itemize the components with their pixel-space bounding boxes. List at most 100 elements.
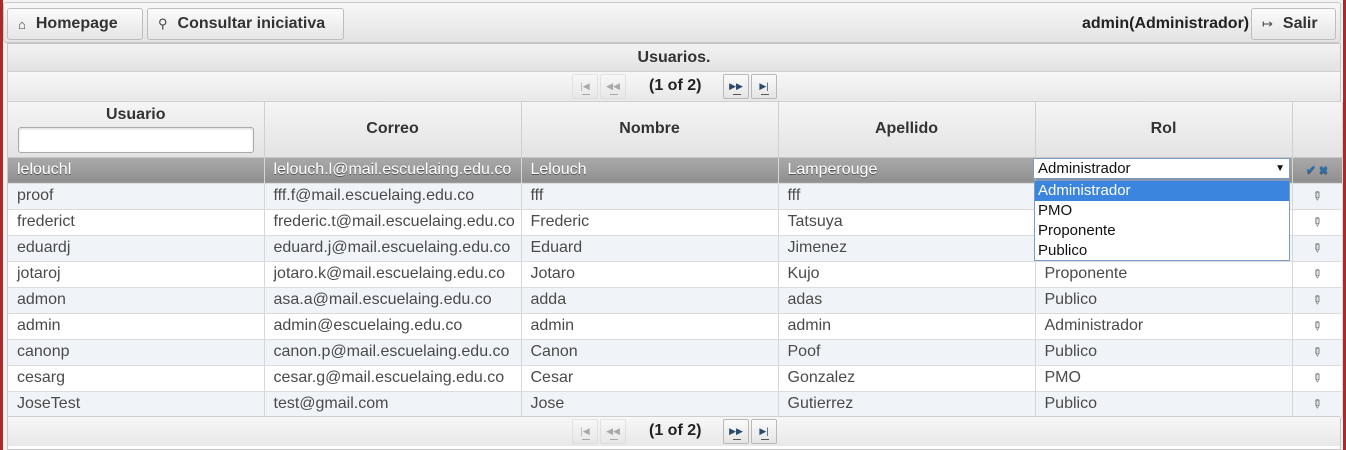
role-option[interactable]: Administrador <box>1035 181 1289 201</box>
first-page-button-bottom[interactable]: |◀ <box>572 419 598 444</box>
logout-label: Salir <box>1282 15 1318 32</box>
pencil-icon[interactable]: ✎ <box>1308 395 1325 412</box>
consultar-iniciativa-label: Consultar iniciativa <box>177 15 326 32</box>
row-actions: ✎ <box>1292 339 1343 366</box>
prev-page-button-bottom[interactable]: ◀◀ <box>600 419 626 444</box>
column-usuario-label: Usuario <box>105 106 166 123</box>
cell-rol: Publico <box>1035 287 1293 314</box>
row-actions: ✎ <box>1292 183 1343 210</box>
homepage-label: Homepage <box>35 15 118 32</box>
page-report: (1 of 2) <box>649 77 702 94</box>
cell-apellido: adas <box>778 287 1036 314</box>
row-actions: ✎ <box>1292 365 1343 392</box>
cell-nombre: admin <box>521 313 779 340</box>
cell-apellido: Poof <box>778 339 1036 366</box>
role-option[interactable]: Proponente <box>1035 221 1289 241</box>
cell-correo: eduard.j@mail.escuelaing.edu.co <box>264 235 522 262</box>
cell-correo: lelouch.l@mail.escuelaing.edu.co <box>264 157 522 184</box>
column-header-rol[interactable]: Rol <box>1035 102 1293 158</box>
check-icon[interactable]: ✔ <box>1306 163 1316 177</box>
cell-rol: Publico <box>1035 339 1293 366</box>
close-icon[interactable]: ✖ <box>1319 165 1328 177</box>
cell-correo: jotaro.k@mail.escuelaing.edu.co <box>264 261 522 288</box>
cell-correo: fff.f@mail.escuelaing.edu.co <box>264 183 522 210</box>
cell-usuario: jotaroj <box>8 261 265 288</box>
current-user-label: admin(Administrador) <box>1082 15 1250 32</box>
cell-usuario: admin <box>8 313 265 340</box>
cell-rol: Publico <box>1035 391 1293 418</box>
column-header-correo[interactable]: Correo <box>264 102 522 158</box>
cell-usuario: JoseTest <box>8 391 265 418</box>
cell-correo: test@gmail.com <box>264 391 522 418</box>
cell-nombre: Cesar <box>521 365 779 392</box>
dropdown-arrow-icon: ▼ <box>1275 163 1285 174</box>
cell-apellido: Kujo <box>778 261 1036 288</box>
cell-nombre: adda <box>521 287 779 314</box>
row-actions: ✎ <box>1292 391 1343 418</box>
role-select-value: Administrador <box>1038 160 1131 177</box>
table-row[interactable]: jotaroj jotaro.k@mail.escuelaing.edu.co Jo… <box>8 261 1343 288</box>
next-page-button-bottom[interactable]: ▶▶ <box>723 419 749 444</box>
cell-correo: admin@escuelaing.edu.co <box>264 313 522 340</box>
column-header-apellido[interactable]: Apellido <box>778 102 1036 158</box>
cell-nombre: fff <box>521 183 779 210</box>
pencil-icon[interactable]: ✎ <box>1308 239 1325 256</box>
logout-button[interactable]: ↦ Salir <box>1251 8 1336 40</box>
home-icon: ⌂ <box>18 16 26 32</box>
table-row[interactable]: cesarg cesar.g@mail.escuelaing.edu.co Cesa… <box>8 365 1343 392</box>
cell-nombre: Frederic <box>521 209 779 236</box>
cell-rol: Administrador <box>1035 313 1293 340</box>
bottom-paginator: |◀ ◀◀ (1 of 2) ▶▶ ▶| <box>8 416 1340 446</box>
cell-usuario: cesarg <box>8 365 265 392</box>
top-paginator: |◀ ◀◀ (1 of 2) ▶▶ ▶| <box>8 72 1340 102</box>
cell-apellido: Gutierrez <box>778 391 1036 418</box>
search-icon: ⚲ <box>158 16 168 31</box>
cell-apellido: Jimenez <box>778 235 1036 262</box>
cell-usuario: eduardj <box>8 235 265 262</box>
table-row[interactable]: admin admin@escuelaing.edu.co admin admin Ad… <box>8 313 1343 340</box>
cell-nombre: Lelouch <box>521 157 779 184</box>
cell-nombre: Canon <box>521 339 779 366</box>
consultar-iniciativa-button[interactable]: ⚲ Consultar iniciativa <box>147 8 344 40</box>
column-header-actions <box>1292 102 1343 158</box>
column-header-usuario[interactable]: Usuario <box>8 102 265 158</box>
prev-page-button[interactable]: ◀◀ <box>600 74 626 99</box>
next-page-button[interactable]: ▶▶ <box>723 74 749 99</box>
last-page-button[interactable]: ▶| <box>751 74 777 99</box>
cell-nombre: Eduard <box>521 235 779 262</box>
table-row[interactable]: admon asa.a@mail.escuelaing.edu.co adda ada… <box>8 287 1343 314</box>
first-page-button[interactable]: |◀ <box>572 74 598 99</box>
usuario-filter-input[interactable] <box>17 127 254 153</box>
cell-nombre: Jose <box>521 391 779 418</box>
table-row[interactable]: canonp canon.p@mail.escuelaing.edu.co Cano… <box>8 339 1343 366</box>
cell-apellido: Gonzalez <box>778 365 1036 392</box>
role-dropdown-list: Administrador PMO Proponente Publico <box>1034 180 1290 261</box>
pencil-icon[interactable]: ✎ <box>1308 317 1325 334</box>
logout-icon: ↦ <box>1262 16 1273 31</box>
pencil-icon[interactable]: ✎ <box>1308 265 1325 282</box>
pencil-icon[interactable]: ✎ <box>1308 343 1325 360</box>
cell-apellido: Tatsuya <box>778 209 1036 236</box>
row-actions: ✎ <box>1292 287 1343 314</box>
last-page-button-bottom[interactable]: ▶| <box>751 419 777 444</box>
pencil-icon[interactable]: ✎ <box>1308 369 1325 386</box>
role-option[interactable]: PMO <box>1035 201 1289 221</box>
page-report-bottom: (1 of 2) <box>649 422 702 439</box>
column-header-nombre[interactable]: Nombre <box>521 102 779 158</box>
role-select[interactable]: Administrador ▼ <box>1033 158 1290 179</box>
cell-rol: Proponente <box>1035 261 1293 288</box>
cell-usuario: lelouchl <box>8 157 265 184</box>
role-option[interactable]: Publico <box>1035 241 1289 261</box>
cell-apellido: admin <box>778 313 1036 340</box>
pencil-icon[interactable]: ✎ <box>1308 213 1325 230</box>
row-actions: ✔ ✖ <box>1292 157 1343 184</box>
cell-rol: PMO <box>1035 365 1293 392</box>
cell-nombre: Jotaro <box>521 261 779 288</box>
cell-usuario: frederict <box>8 209 265 236</box>
pencil-icon[interactable]: ✎ <box>1308 187 1325 204</box>
cell-correo: cesar.g@mail.escuelaing.edu.co <box>264 365 522 392</box>
homepage-button[interactable]: ⌂ Homepage <box>7 8 143 40</box>
pencil-icon[interactable]: ✎ <box>1308 291 1325 308</box>
row-actions: ✎ <box>1292 261 1343 288</box>
table-row[interactable]: JoseTest test@gmail.com Jose Gutierrez Publi… <box>8 391 1343 418</box>
